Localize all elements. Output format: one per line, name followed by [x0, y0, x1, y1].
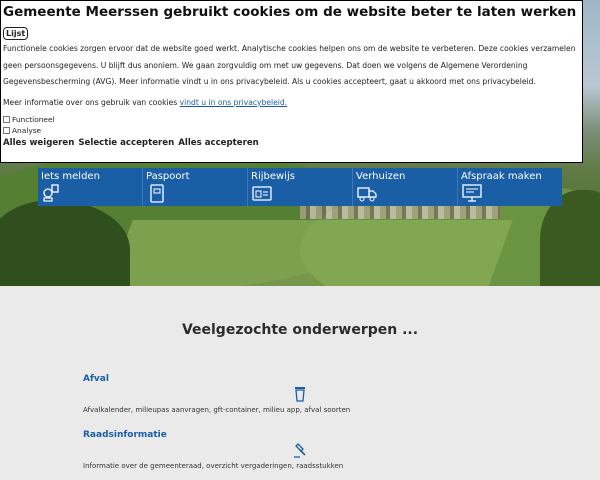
waste-bin-icon	[295, 387, 305, 402]
main-content: Veelgezochte onderwerpen ... Afval Afval…	[0, 286, 600, 480]
accept-all-button[interactable]: Alles accepteren	[178, 138, 259, 148]
topic-title[interactable]: Afval	[83, 374, 523, 384]
cookie-option-functioneel[interactable]: Functioneel	[3, 114, 580, 125]
topic-description: Informatie over de gemeenteraad, overzic…	[83, 462, 344, 470]
cookie-option-analyse[interactable]: Analyse	[3, 125, 580, 136]
topic-description: Afvalkalender, milieupas aanvragen, gft-…	[83, 406, 351, 414]
topic-afval[interactable]: Afval Afvalkalender, milieupas aanvragen…	[83, 374, 523, 414]
quick-links-bar: Iets melden Paspoort Rijbewijs Verhuizen…	[38, 168, 562, 206]
hero-village	[300, 205, 500, 219]
passport-icon	[150, 184, 164, 203]
report-icon	[43, 184, 59, 202]
cookie-more-info: Meer informatie over ons gebruik van coo…	[3, 97, 580, 109]
hero-field	[107, 220, 513, 286]
section-title: Veelgezochte onderwerpen ...	[181, 322, 419, 338]
quick-link-verhuizen[interactable]: Verhuizen	[353, 168, 458, 206]
appointment-monitor-icon	[462, 184, 482, 202]
cookie-more-info-text: Meer informatie over ons gebruik van coo…	[3, 97, 178, 107]
quick-link-label: Paspoort	[146, 171, 190, 182]
topic-title[interactable]: Raadsinformatie	[83, 430, 523, 440]
quick-link-iets-melden[interactable]: Iets melden	[38, 168, 143, 206]
quick-link-rijbewijs[interactable]: Rijbewijs	[248, 168, 353, 206]
quick-link-label: Afspraak maken	[461, 171, 542, 182]
cookie-consent-dialog: Gemeente Meerssen gebruikt cookies om de…	[0, 0, 583, 163]
checkbox-analyse[interactable]	[3, 126, 10, 134]
reject-all-button[interactable]: Alles weigeren	[3, 138, 74, 148]
cookie-actions: Alles weigeren Selectie accepteren Alles…	[3, 138, 580, 148]
topic-raadsinformatie[interactable]: Raadsinformatie Informatie over de gemee…	[83, 430, 523, 470]
accept-selection-button[interactable]: Selectie accepteren	[78, 138, 174, 148]
privacy-policy-link[interactable]: vindt u in ons privacybeleid.	[180, 98, 288, 107]
driving-license-icon	[252, 186, 272, 201]
quick-link-paspoort[interactable]: Paspoort	[143, 168, 248, 206]
cookie-list-button[interactable]: Lijst	[3, 27, 29, 40]
checkbox-functioneel[interactable]	[3, 115, 10, 123]
option-label: Functioneel	[12, 114, 55, 124]
cookie-description: Functionele cookies zorgen ervoor dat de…	[3, 44, 576, 86]
quick-link-label: Rijbewijs	[251, 171, 295, 182]
quick-link-afspraak-maken[interactable]: Afspraak maken	[458, 168, 562, 206]
option-label: Analyse	[12, 125, 42, 135]
quick-link-label: Iets melden	[41, 171, 100, 182]
moving-truck-icon	[357, 187, 377, 202]
gavel-icon	[294, 443, 306, 458]
cookie-title: Gemeente Meerssen gebruikt cookies om de…	[3, 4, 577, 20]
quick-link-label: Verhuizen	[356, 171, 406, 182]
